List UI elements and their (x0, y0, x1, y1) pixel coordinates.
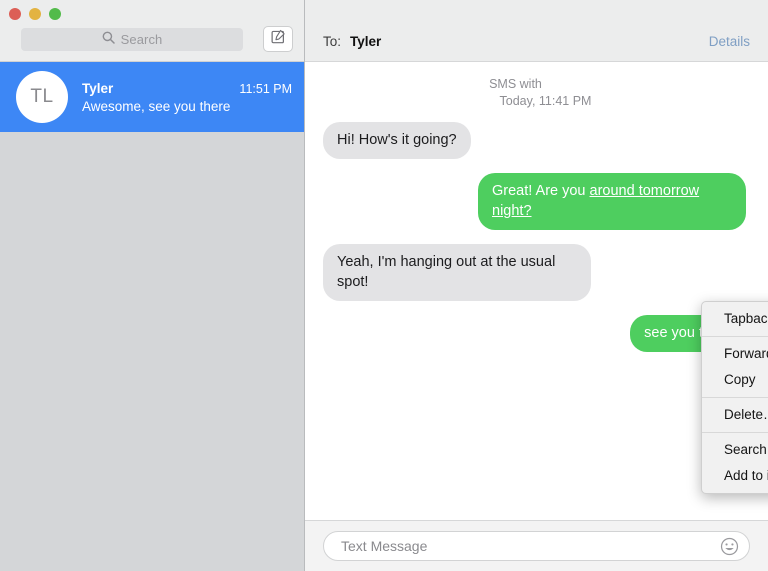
message-row: Hi! How's it going? (318, 122, 746, 159)
conversation-header: To: Tyler Details (305, 0, 768, 62)
conversation-top-row: Tyler 11:51 PM (82, 81, 292, 96)
menu-item-copy[interactable]: Copy (702, 367, 768, 393)
menu-item-search-with-google[interactable]: Search With Google (702, 437, 768, 463)
conversation-summary: Tyler 11:51 PM Awesome, see you there (82, 81, 292, 114)
menu-separator (702, 432, 768, 433)
conversations-sidebar: Search TL Tyler 11:51 PM Awesome, see yo… (0, 0, 305, 571)
menu-item-delete[interactable]: Delete… (702, 402, 768, 428)
message-bubble-outgoing[interactable]: Great! Are you around tomorrow night? (478, 173, 751, 230)
message-bubble-incoming[interactable]: Hi! How's it going? (318, 122, 471, 159)
menu-item-forward[interactable]: Forward… (702, 341, 768, 367)
message-input-placeholder: Text Message (341, 538, 428, 554)
search-icon (102, 31, 115, 49)
maximize-window-button[interactable] (49, 8, 61, 20)
smiley-face-icon[interactable] (719, 536, 739, 556)
conversation-item-tyler[interactable]: TL Tyler 11:51 PM Awesome, see you there (0, 62, 304, 132)
conversation-preview: Awesome, see you there (82, 98, 231, 114)
details-button[interactable]: Details (709, 34, 750, 49)
message-input[interactable]: Text Message (323, 531, 750, 561)
minimize-window-button[interactable] (29, 8, 41, 20)
thread-timestamp-date: Today, 11:41 PM (499, 94, 592, 108)
conversation-pane: To: Tyler Details SMS with Today, 11:41 … (305, 0, 768, 571)
menu-item-tapback[interactable]: Tapback… (702, 306, 768, 332)
search-input[interactable]: Search (21, 28, 243, 51)
message-context-menu: Tapback… Forward… Copy Delete… Search Wi… (701, 301, 768, 494)
sidebar-toolbar: Search (0, 0, 304, 62)
message-bubble-incoming-selected[interactable]: Yeah, I'm hanging out at the usual spot! (318, 244, 591, 301)
message-composer: Text Message (305, 520, 768, 571)
avatar: TL (16, 71, 68, 123)
conversation-list: TL Tyler 11:51 PM Awesome, see you there (0, 62, 304, 132)
menu-separator (702, 336, 768, 337)
message-row: see you there (323, 315, 751, 352)
menu-separator (702, 397, 768, 398)
messages-window: Search TL Tyler 11:51 PM Awesome, see yo… (0, 0, 768, 571)
conversation-contact-name: Tyler (82, 80, 114, 96)
message-thread: SMS with Today, 11:41 PM Hi! How's it go… (305, 62, 768, 520)
message-row: Yeah, I'm hanging out at the usual spot! (318, 244, 746, 301)
to-label: To: (323, 34, 342, 49)
recipient-field[interactable]: To: Tyler (323, 34, 381, 49)
thread-timestamp: SMS with Today, 11:41 PM (420, 76, 650, 110)
menu-item-add-to-itunes[interactable]: Add to iTunes as a Spoken Track (702, 463, 768, 489)
recipient-name: Tyler (350, 34, 382, 49)
avatar-initials: TL (30, 86, 54, 107)
search-placeholder: Search (120, 32, 163, 47)
conversation-timestamp: 11:51 PM (239, 81, 292, 96)
compose-message-button[interactable] (263, 26, 293, 52)
message-text-plain: Great! Are you (492, 183, 590, 199)
message-row: Great! Are you around tomorrow night? (323, 173, 751, 230)
thread-timestamp-service: SMS with (489, 77, 542, 91)
compose-icon (271, 29, 286, 49)
window-traffic-lights (9, 8, 61, 20)
close-window-button[interactable] (9, 8, 21, 20)
